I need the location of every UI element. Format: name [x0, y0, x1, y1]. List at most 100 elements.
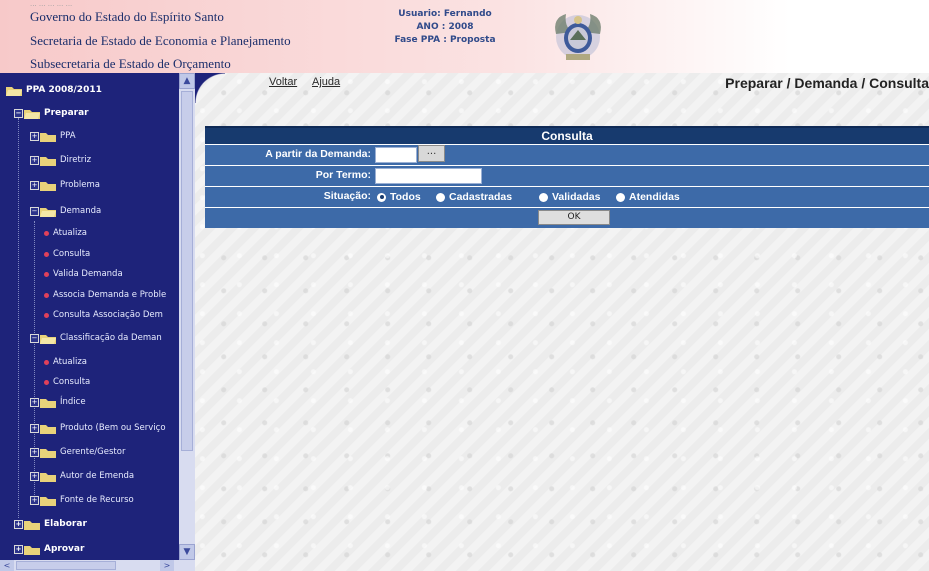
termo-input[interactable]	[375, 168, 482, 184]
tree-leaf-valida-demanda[interactable]: Valida Demanda	[44, 265, 123, 283]
page-title: Preparar / Demanda / Consulta	[725, 75, 929, 91]
row-situacao: Situação: Todos Cadastradas Validadas At…	[205, 186, 929, 207]
tree-item-preparar[interactable]: − Preparar	[14, 104, 89, 122]
tree-item-elaborar[interactable]: + Elaborar	[14, 515, 87, 533]
header-secretariat-name: Secretaria de Estado de Economia e Plane…	[30, 33, 291, 48]
expand-icon[interactable]: +	[30, 180, 39, 190]
expand-icon[interactable]: +	[30, 155, 39, 165]
bullet-icon	[44, 359, 49, 365]
folder-icon	[24, 519, 40, 530]
expand-icon[interactable]: +	[14, 544, 23, 554]
tree-item-label: Problema	[60, 180, 100, 190]
radio-label: Cadastradas	[449, 191, 513, 203]
bullet-icon	[44, 312, 49, 318]
expand-icon[interactable]: +	[30, 495, 39, 505]
session-info: Usuario: Fernando ANO : 2008 Fase PPA : …	[370, 8, 520, 47]
radio-unchecked-icon[interactable]	[539, 192, 548, 202]
scroll-thumb[interactable]	[16, 561, 116, 570]
plan-year: ANO : 2008	[416, 22, 474, 32]
scroll-thumb[interactable]	[181, 91, 193, 451]
form-title: Consulta	[205, 126, 929, 144]
header-government-name: Governo do Estado do Espírito Santo	[30, 9, 224, 24]
collapse-icon[interactable]: −	[14, 108, 23, 118]
tree-item-fonte-recurso[interactable]: + Fonte de Recurso	[30, 491, 134, 509]
ok-button[interactable]: OK	[538, 210, 610, 225]
radio-unchecked-icon[interactable]	[616, 192, 625, 202]
expand-icon[interactable]: +	[14, 519, 23, 529]
tree-item-label: Consulta	[53, 249, 91, 259]
tree-root-ppa[interactable]: PPA 2008/2011	[5, 81, 102, 99]
folder-icon	[40, 471, 56, 482]
tree-leaf-consulta-associacao[interactable]: Consulta Associação Dem	[44, 306, 163, 324]
expand-icon[interactable]: +	[30, 447, 39, 457]
main-content: Voltar Ajuda Preparar / Demanda / Consul…	[195, 73, 929, 571]
tree-leaf-atualiza[interactable]: Atualiza	[44, 224, 87, 242]
navigation-sidebar: PPA 2008/2011 − Preparar + PPA + Diretri…	[0, 73, 195, 571]
tree-item-label: Índice	[60, 397, 86, 407]
radio-atendidas[interactable]: Atendidas	[616, 191, 680, 203]
collapse-icon[interactable]: −	[30, 206, 39, 216]
folder-icon	[40, 131, 56, 142]
radio-validadas[interactable]: Validadas	[539, 191, 600, 203]
radio-todos[interactable]: Todos	[377, 191, 421, 203]
tree-item-label: Diretriz	[60, 155, 92, 165]
folder-icon	[40, 495, 56, 506]
radio-cadastradas[interactable]: Cadastradas	[436, 191, 512, 203]
radio-unchecked-icon[interactable]	[436, 192, 445, 202]
bullet-icon	[44, 230, 49, 236]
row-termo: Por Termo:	[205, 165, 929, 186]
tree-item-classificacao[interactable]: − Classificação da Deman	[30, 329, 162, 347]
row-actions: OK	[205, 207, 929, 228]
folder-icon	[40, 397, 56, 408]
folder-icon	[40, 155, 56, 166]
tree-item-label: Preparar	[44, 108, 89, 118]
tree-item-ppa[interactable]: + PPA	[30, 127, 76, 145]
tree-item-gerente[interactable]: + Gerente/Gestor	[30, 443, 125, 461]
scroll-left-button[interactable]: <	[0, 560, 14, 571]
demanda-input[interactable]	[375, 147, 417, 163]
header-subsecretariat-name: Subsecretaria de Estado de Orçamento	[30, 56, 231, 71]
scroll-right-button[interactable]: >	[160, 560, 174, 571]
sidebar-horizontal-scrollbar[interactable]: < >	[0, 560, 195, 571]
folder-icon	[40, 447, 56, 458]
expand-icon[interactable]: +	[30, 397, 39, 407]
tree-item-label: Autor de Emenda	[60, 471, 135, 481]
tree-item-demanda[interactable]: − Demanda	[30, 202, 101, 220]
expand-icon[interactable]: +	[30, 423, 39, 433]
tree-item-autor-emenda[interactable]: + Autor de Emenda	[30, 467, 134, 485]
tree-item-label: Atualiza	[53, 357, 87, 367]
tree-item-indice[interactable]: + Índice	[30, 393, 86, 411]
app-header: ... ... ... ... ... Governo do Estado do…	[0, 0, 929, 73]
collapse-icon[interactable]: −	[30, 333, 39, 343]
tree-item-produto[interactable]: + Produto (Bem ou Serviço	[30, 419, 166, 437]
tree-leaf-associa-demanda[interactable]: Associa Demanda e Proble	[44, 286, 166, 304]
expand-icon[interactable]: +	[30, 471, 39, 481]
sidebar-vertical-scrollbar[interactable]: ▲ ▼	[179, 73, 195, 560]
tree-item-diretriz[interactable]: + Diretriz	[30, 151, 91, 169]
tree-item-problema[interactable]: + Problema	[30, 176, 100, 194]
tree-item-aprovar[interactable]: + Aprovar	[14, 540, 84, 558]
decorative-corner	[195, 73, 225, 103]
tree-item-label: Associa Demanda e Proble	[53, 290, 167, 300]
consulta-form: Consulta A partir da Demanda: ... Por Te…	[205, 126, 929, 228]
tree-item-label: Demanda	[60, 206, 102, 216]
demanda-label: A partir da Demanda:	[265, 148, 371, 160]
tree-leaf-consulta-classificacao[interactable]: Consulta	[44, 373, 90, 391]
radio-label: Todos	[390, 191, 421, 203]
tree-item-label: Consulta Associação Dem	[53, 310, 163, 320]
radio-checked-icon[interactable]	[377, 192, 386, 202]
help-link[interactable]: Ajuda	[312, 76, 340, 88]
tree-item-label: Atualiza	[53, 228, 87, 238]
scroll-up-button[interactable]: ▲	[179, 73, 195, 89]
scroll-down-button[interactable]: ▼	[179, 544, 195, 560]
tree-root-label: PPA 2008/2011	[26, 85, 102, 95]
expand-icon[interactable]: +	[30, 131, 39, 141]
radio-label: Validadas	[552, 191, 601, 203]
tree-leaf-consulta[interactable]: Consulta	[44, 245, 90, 263]
back-link[interactable]: Voltar	[269, 76, 297, 88]
bullet-icon	[44, 271, 49, 277]
demanda-lookup-button[interactable]: ...	[418, 145, 445, 162]
folder-open-icon	[24, 108, 40, 119]
tree-leaf-atualiza-classificacao[interactable]: Atualiza	[44, 353, 87, 371]
tree-item-label: Aprovar	[44, 544, 85, 554]
